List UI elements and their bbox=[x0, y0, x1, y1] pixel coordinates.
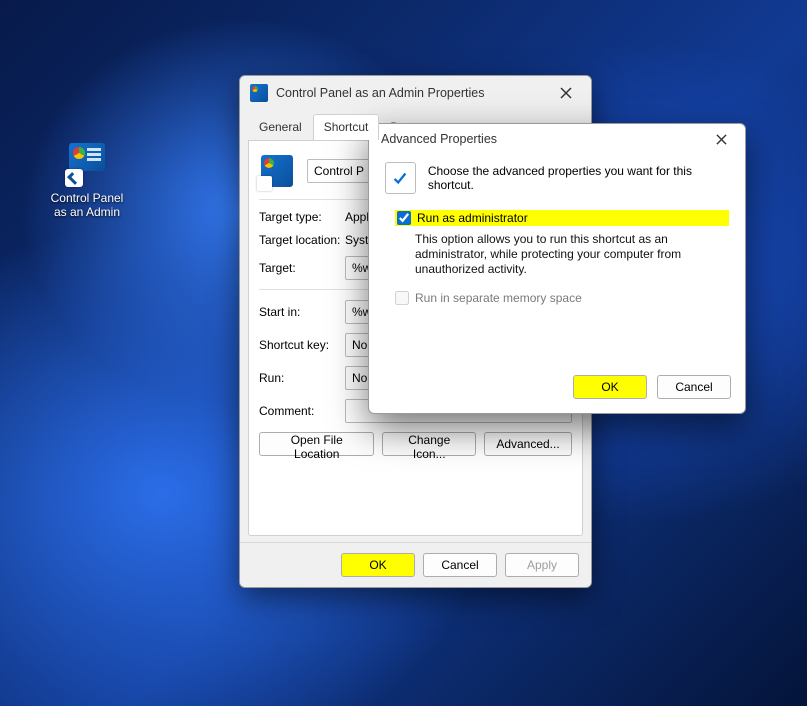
label-target-type: Target type: bbox=[259, 210, 345, 224]
run-as-admin-label: Run as administrator bbox=[417, 211, 528, 225]
cancel-button[interactable]: Cancel bbox=[423, 553, 497, 577]
control-panel-icon bbox=[250, 84, 268, 102]
apply-button[interactable]: Apply bbox=[505, 553, 579, 577]
properties-footer: OK Cancel Apply bbox=[240, 542, 591, 587]
run-separate-memory-checkbox bbox=[395, 291, 409, 305]
desktop-shortcut-label: Control Panel as an Admin bbox=[46, 191, 128, 219]
run-separate-memory-option: Run in separate memory space bbox=[395, 291, 729, 305]
label-target-location: Target location: bbox=[259, 233, 345, 247]
run-as-admin-option[interactable]: Run as administrator bbox=[395, 210, 729, 226]
advanced-titlebar[interactable]: Advanced Properties bbox=[369, 124, 745, 154]
properties-titlebar[interactable]: Control Panel as an Admin Properties bbox=[240, 76, 591, 110]
label-run: Run: bbox=[259, 371, 345, 385]
label-comment: Comment: bbox=[259, 404, 345, 418]
close-button[interactable] bbox=[547, 80, 585, 106]
close-button[interactable] bbox=[705, 128, 737, 150]
label-start-in: Start in: bbox=[259, 305, 345, 319]
run-as-admin-description: This option allows you to run this short… bbox=[415, 232, 695, 277]
advanced-title: Advanced Properties bbox=[381, 132, 705, 146]
properties-title: Control Panel as an Admin Properties bbox=[276, 86, 547, 100]
desktop-shortcut-control-panel-admin[interactable]: Control Panel as an Admin bbox=[46, 143, 128, 219]
close-icon bbox=[560, 87, 572, 99]
run-as-admin-checkbox[interactable] bbox=[397, 211, 411, 225]
label-shortcut-key: Shortcut key: bbox=[259, 338, 345, 352]
run-separate-memory-label: Run in separate memory space bbox=[415, 291, 582, 305]
advanced-lead-text: Choose the advanced properties you want … bbox=[428, 164, 729, 192]
ok-button[interactable]: OK bbox=[573, 375, 647, 399]
tab-shortcut[interactable]: Shortcut bbox=[313, 114, 380, 140]
advanced-button[interactable]: Advanced... bbox=[484, 432, 572, 456]
open-file-location-button[interactable]: Open File Location bbox=[259, 432, 374, 456]
cancel-button[interactable]: Cancel bbox=[657, 375, 731, 399]
control-panel-icon bbox=[65, 143, 109, 187]
change-icon-button[interactable]: Change Icon... bbox=[382, 432, 476, 456]
label-target: Target: bbox=[259, 261, 345, 275]
tab-general[interactable]: General bbox=[248, 114, 313, 140]
advanced-properties-dialog: Advanced Properties Choose the advanced … bbox=[368, 123, 746, 414]
desktop-background: Control Panel as an Admin Control Panel … bbox=[0, 0, 807, 706]
control-panel-icon bbox=[259, 153, 295, 189]
checkmark-icon bbox=[385, 162, 416, 194]
close-icon bbox=[716, 134, 727, 145]
ok-button[interactable]: OK bbox=[341, 553, 415, 577]
